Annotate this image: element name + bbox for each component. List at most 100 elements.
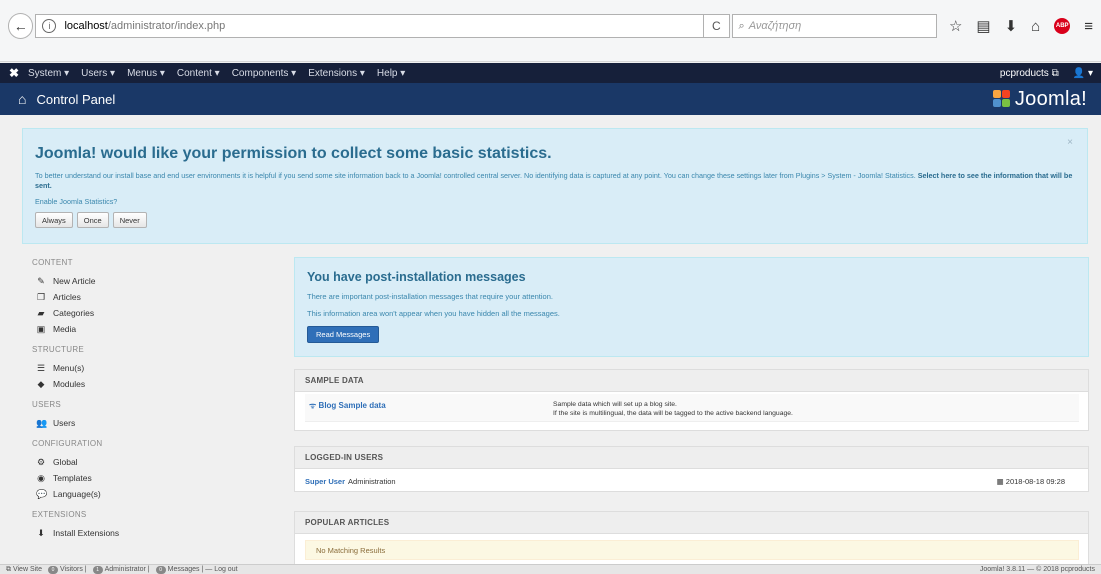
never-button[interactable]: Never: [112, 212, 147, 228]
browser-search-input[interactable]: ⌕ Αναζήτηση: [731, 14, 937, 38]
logged-in-user-link[interactable]: Super User: [305, 477, 345, 486]
logout-link[interactable]: — Log out: [205, 566, 237, 573]
once-button[interactable]: Once: [76, 212, 109, 228]
post-install-line2: This information area won't appear when …: [307, 309, 560, 318]
sidebar-item-modules[interactable]: ◆ Modules: [32, 376, 272, 392]
sidebar-item-languages[interactable]: 💬 Language(s): [32, 486, 272, 502]
admin-menubar: ✖ System ▾ Users ▾ Menus ▾ Content ▾ Com…: [0, 63, 1101, 83]
messages-badge: 0: [155, 565, 166, 574]
stats-enable-label: Enable Joomla Statistics?: [35, 197, 118, 206]
sidebar: CONTENT ✎ New Article ❐ Articles ▰ Categori…: [32, 258, 272, 549]
view-site-link[interactable]: ⧉ View Site: [6, 566, 42, 574]
adblock-icon[interactable]: ABP: [1054, 18, 1071, 34]
cube-icon: ◆: [37, 378, 45, 389]
sidebar-heading-extensions: EXTENSIONS: [32, 510, 87, 519]
user-menu[interactable]: 👤 ▾: [1073, 68, 1093, 79]
messages-label[interactable]: Messages: [168, 566, 200, 573]
menu-system[interactable]: System ▾: [28, 68, 69, 79]
version-info: Joomla! 3.8.11 — © 2018 pcproducts: [979, 566, 1095, 573]
sidebar-item-global[interactable]: ⚙ Global: [32, 454, 272, 470]
external-link-icon: ⧉: [6, 565, 11, 573]
popular-heading: POPULAR ARTICLES: [295, 512, 1088, 534]
blog-sample-data-link[interactable]: ᯤ Blog Sample data: [305, 400, 553, 421]
joomla-brand: Joomla!: [1014, 87, 1087, 110]
post-install-line1: There are important post-installation me…: [307, 292, 553, 301]
user-icon: 👤: [1072, 67, 1086, 79]
calendar-icon: ▦: [996, 476, 1004, 486]
close-icon[interactable]: ×: [1067, 137, 1073, 148]
sample-data-desc2: If the site is multilingual, the data wi…: [553, 410, 793, 417]
status-bar: ⧉ View Site 0 Visitors | 1 Administrator |…: [0, 564, 1101, 574]
joomla-x-icon[interactable]: ✖: [0, 66, 28, 80]
logged-in-heading: LOGGED-IN USERS: [295, 447, 1088, 469]
page-title: Control Panel: [36, 91, 116, 107]
sample-data-row: ᯤ Blog Sample data Sample data which wil…: [305, 394, 1079, 422]
site-link[interactable]: pcproducts ⧉: [1000, 68, 1059, 79]
minus-icon: —: [205, 566, 213, 573]
sidebar-item-templates[interactable]: ◉ Templates: [32, 470, 272, 486]
info-icon[interactable]: i: [42, 19, 57, 33]
joomla-logo: Joomla!: [992, 87, 1087, 111]
menu-icon[interactable]: ≡: [1084, 18, 1093, 35]
post-install-messages: You have post-installation messages Ther…: [294, 257, 1089, 357]
popular-articles-panel: POPULAR ARTICLES No Matching Results: [294, 511, 1089, 571]
wifi-icon: ᯤ: [309, 401, 317, 410]
stack-icon: ❐: [36, 291, 46, 302]
eye-icon: ◉: [37, 472, 45, 483]
sidebar-item-users[interactable]: 👥 Users: [32, 415, 272, 431]
menu-content[interactable]: Content ▾: [177, 68, 220, 79]
sidebar-heading-configuration: CONFIGURATION: [32, 439, 103, 448]
sidebar-item-articles[interactable]: ❐ Articles: [32, 289, 272, 305]
bookmark-star-icon[interactable]: ☆: [949, 17, 962, 35]
no-results-alert: No Matching Results: [305, 540, 1079, 560]
url-path: /administrator/index.php: [107, 20, 226, 32]
folder-icon: ▰: [37, 307, 45, 318]
sidebar-heading-users: USERS: [32, 400, 62, 409]
list-icon: ☰: [36, 362, 46, 373]
url-bar[interactable]: i localhost/administrator/index.php: [35, 14, 705, 38]
menu-help[interactable]: Help ▾: [377, 68, 405, 79]
post-install-heading: You have post-installation messages: [307, 270, 526, 284]
statistics-banner: × Joomla! would like your permission to …: [22, 128, 1088, 244]
admin-label[interactable]: Administrator: [105, 566, 146, 573]
sample-data-heading: SAMPLE DATA: [295, 370, 1088, 392]
visitors-label[interactable]: Visitors: [60, 566, 83, 573]
always-button[interactable]: Always: [35, 212, 73, 228]
search-icon: ⌕: [738, 19, 745, 32]
external-link-icon: ⧉: [1051, 67, 1059, 79]
cog-icon: ⚙: [36, 456, 46, 467]
admin-badge: 1: [92, 565, 103, 574]
stats-heading: Joomla! would like your permission to co…: [35, 145, 552, 162]
home-icon[interactable]: ⌂: [1031, 18, 1040, 35]
sample-data-desc1: Sample data which will set up a blog sit…: [553, 401, 677, 408]
menu-users[interactable]: Users ▾: [81, 68, 115, 79]
sidebar-item-categories[interactable]: ▰ Categories: [32, 305, 272, 321]
joomla-mark-icon: [992, 90, 1011, 108]
url-host: localhost: [64, 20, 108, 32]
menu-extensions[interactable]: Extensions ▾: [308, 68, 365, 79]
logged-in-date: ▦ 2018-08-18 09:28: [996, 476, 1065, 486]
read-messages-button[interactable]: Read Messages: [307, 326, 380, 343]
downloads-icon[interactable]: ⬇: [1005, 17, 1018, 35]
reading-list-icon[interactable]: ▤: [976, 17, 990, 35]
reload-icon[interactable]: C: [704, 14, 730, 38]
pencil-icon: ✎: [37, 275, 45, 286]
sidebar-item-install-extensions[interactable]: ⬇ Install Extensions: [32, 525, 272, 541]
menu-menus[interactable]: Menus ▾: [127, 68, 165, 79]
comments-icon: 💬: [36, 488, 48, 499]
sample-data-panel: SAMPLE DATA ᯤ Blog Sample data Sample da…: [294, 369, 1089, 431]
visitors-badge: 0: [48, 565, 59, 574]
home-icon: ⌂: [18, 91, 27, 107]
sidebar-item-menus[interactable]: ☰ Menu(s): [32, 360, 272, 376]
download-icon: ⬇: [37, 527, 45, 538]
users-icon: 👥: [36, 417, 48, 428]
sidebar-item-new-article[interactable]: ✎ New Article: [32, 273, 272, 289]
logged-in-users-panel: LOGGED-IN USERS Super User Administratio…: [294, 446, 1089, 492]
sidebar-heading-content: CONTENT: [32, 258, 73, 267]
sidebar-item-media[interactable]: ▣ Media: [32, 321, 272, 337]
logged-in-role: Administration: [348, 476, 396, 486]
logged-in-row: Super User Administration ▦ 2018-08-18 0…: [305, 473, 1079, 489]
stats-description: To better understand our install base an…: [35, 171, 1073, 190]
back-button[interactable]: ←: [8, 13, 34, 39]
menu-components[interactable]: Components ▾: [232, 68, 297, 79]
